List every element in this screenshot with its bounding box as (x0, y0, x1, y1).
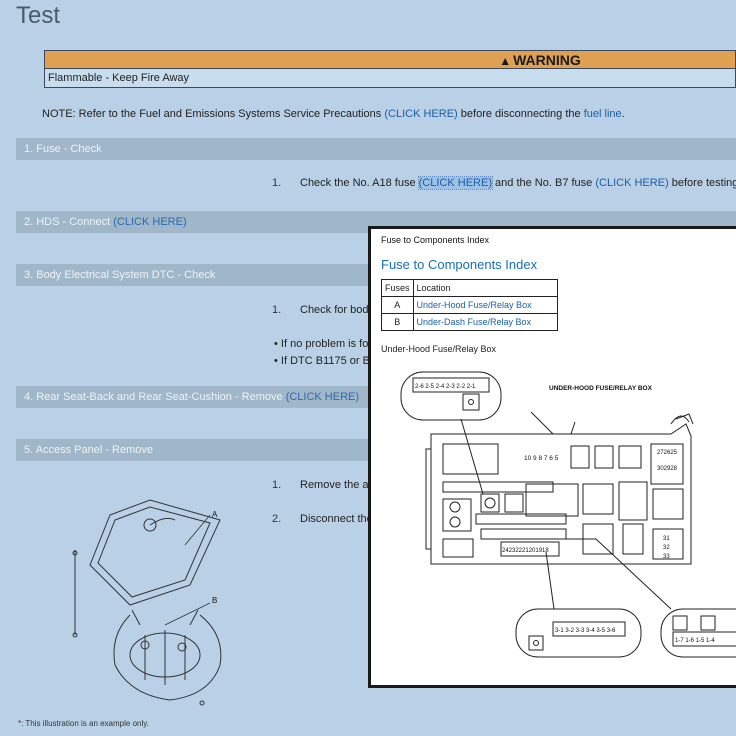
access-panel-illustration: A B (72, 499, 222, 706)
note-prefix: NOTE: Refer to the Fuel and Emissions Sy… (42, 108, 382, 120)
step-text: Check for body (300, 304, 374, 316)
step-text-a: Check the No. A18 fuse (300, 177, 416, 189)
bullet-text: If no problem is fo (280, 338, 369, 350)
bullet-item: • If no problem is fo (274, 338, 369, 350)
side-fuse-label-3: 33 (663, 554, 670, 560)
side-fuse-label-1: 31 (663, 536, 670, 542)
note: NOTE: Refer to the Fuel and Emissions Sy… (42, 108, 625, 120)
step-number: 1. (272, 304, 282, 316)
step-text-b: and the No. B7 fuse (495, 177, 593, 189)
b7-click-here-link[interactable]: (CLICK HERE) (595, 177, 668, 189)
page-title: Test (16, 2, 61, 29)
warning-text: Flammable - Keep Fire Away (48, 72, 190, 84)
step-text-c: before testing. (671, 177, 736, 189)
warning-header: ▲ WARNING (45, 51, 735, 69)
footnote: *: This illustration is an example only. (18, 719, 149, 728)
section-title: 2. HDS - Connect (24, 216, 111, 228)
table-header-row: Fuses Location (381, 279, 558, 297)
section-title: 4. Rear Seat-Back and Rear Seat-Cushion … (24, 391, 283, 403)
side-fuse-label-2: 32 (663, 545, 670, 551)
under-hood-link[interactable]: Under-Hood Fuse/Relay Box (417, 300, 532, 310)
note-middle: before disconnecting the (460, 108, 581, 120)
rear-seat-click-here-link[interactable]: (CLICK HERE) (286, 391, 359, 403)
bottom-right-fuse-labels: 1-7 1-6 1-5 1-4 (675, 638, 715, 644)
popup-window-title: Fuse to Components Index (381, 235, 490, 245)
step-text: Check the No. A18 fuse (CLICK HERE) and … (300, 176, 736, 190)
section-fuse-check[interactable]: 1. Fuse - Check (16, 138, 736, 160)
warning-box: ▲ WARNING Flammable - Keep Fire Away (44, 50, 736, 88)
hds-click-here-link[interactable]: (CLICK HERE) (113, 216, 186, 228)
section-title: 3. Body Electrical System DTC - Check (24, 269, 216, 281)
table-header: Location (412, 279, 558, 297)
step-number: 1. (272, 479, 282, 491)
lower-fuse-labels: 24232221201918 (502, 548, 549, 554)
step-number: 1. (272, 177, 282, 189)
diagram-subheading: Under-Hood Fuse/Relay Box (381, 344, 497, 354)
table-row: B Under-Dash Fuse/Relay Box (381, 313, 558, 331)
bottom-fuse-labels: 3-1 3-2 3-3 3-4 3-5 3-6 (555, 628, 616, 634)
label-b: B (212, 596, 217, 605)
under-dash-link[interactable]: Under-Dash Fuse/Relay Box (417, 317, 532, 327)
popup-heading: Fuse to Components Index (381, 257, 538, 272)
step-text: Remove the ac (300, 479, 374, 491)
section-title: 5. Access Panel - Remove (24, 444, 154, 456)
fuse-box-diagram: UNDER-HOOD FUSE/RELAY BOX 2-6 2-5 2-4 2-… (400, 371, 736, 658)
note-suffix: . (621, 108, 625, 120)
diagram-title: UNDER-HOOD FUSE/RELAY BOX (549, 385, 653, 392)
bullet-item: • If DTC B1175 or B (274, 355, 370, 367)
table-row: A Under-Hood Fuse/Relay Box (381, 296, 558, 314)
table-cell-fuse: B (381, 313, 414, 331)
right-fuse-labels-1: 272625 (657, 450, 678, 456)
a18-click-here-link[interactable]: (CLICK HERE) (417, 176, 493, 190)
warning-label: WARNING (513, 52, 581, 68)
fuse-index-popup[interactable]: Fuse to Components Index Fuse to Compone… (368, 226, 736, 688)
bullet-text: If DTC B1175 or B (280, 355, 370, 367)
table-header: Fuses (381, 279, 414, 297)
middle-fuse-labels: 10 9 8 7 6 5 (524, 455, 559, 462)
step-text: Disconnect the (300, 513, 373, 525)
fuse-location-table: Fuses Location A Under-Hood Fuse/Relay B… (381, 279, 558, 331)
label-a: A (212, 510, 218, 519)
top-fuse-labels: 2-6 2-5 2-4 2-3 2-2 2-1 (415, 384, 476, 390)
warning-triangle-icon: ▲ (499, 54, 512, 68)
table-cell-fuse: A (381, 296, 414, 314)
right-fuse-labels-2: 302928 (657, 466, 678, 472)
section-title: 1. Fuse - Check (24, 143, 102, 155)
fuel-line-link[interactable]: fuel line (584, 108, 622, 120)
note-click-here-link[interactable]: (CLICK HERE) (384, 108, 457, 120)
